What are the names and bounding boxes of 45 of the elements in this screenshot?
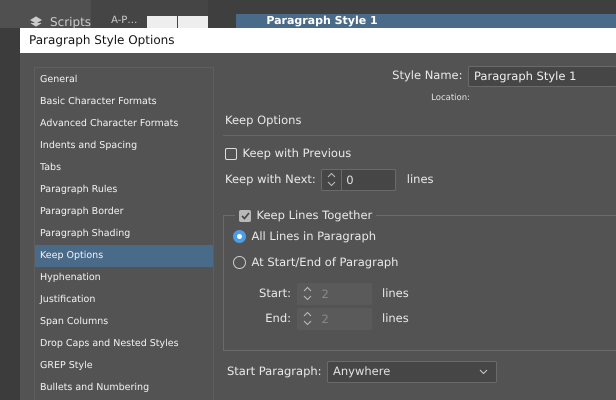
style-name-field[interactable]: Paragraph Style 1 bbox=[468, 66, 616, 86]
style-list-item[interactable]: Paragraph Style 1 bbox=[236, 14, 616, 28]
keep-with-next-label: Keep with Next: bbox=[225, 170, 316, 188]
keep-with-previous-label: Keep with Previous bbox=[242, 145, 352, 162]
category-item[interactable]: Tabs bbox=[35, 157, 213, 179]
category-item[interactable]: Paragraph Border bbox=[35, 201, 213, 223]
category-item[interactable]: General bbox=[35, 69, 213, 91]
keep-lines-together-label: Keep Lines Together bbox=[256, 206, 372, 224]
category-item[interactable]: Bullets and Numbering bbox=[35, 377, 213, 399]
end-lines-label: End: bbox=[264, 310, 291, 327]
style-name-label: Style Name: bbox=[392, 67, 462, 84]
color-swatches[interactable] bbox=[147, 16, 208, 28]
location-label: Location: bbox=[431, 92, 470, 104]
start-lines-unit: lines bbox=[382, 284, 409, 302]
dialog-title: Paragraph Style Options bbox=[20, 28, 616, 53]
chevron-down-icon bbox=[479, 368, 488, 374]
keep-with-next-value: 0 bbox=[345, 172, 354, 188]
radio-button[interactable] bbox=[233, 230, 246, 243]
category-item[interactable]: Drop Caps and Nested Styles bbox=[35, 333, 213, 355]
checkbox[interactable] bbox=[225, 148, 237, 160]
category-item[interactable]: GREP Style bbox=[35, 355, 213, 377]
start-paragraph-label: Start Paragraph: bbox=[227, 362, 322, 380]
checkbox[interactable] bbox=[239, 210, 251, 222]
scripts-icon bbox=[30, 16, 42, 28]
category-item[interactable]: Paragraph Rules bbox=[35, 179, 213, 201]
stepper-icon[interactable] bbox=[327, 172, 336, 187]
radio-button[interactable] bbox=[233, 256, 246, 269]
swatch-label: A-P… bbox=[111, 14, 138, 28]
section-title: Keep Options bbox=[223, 108, 616, 136]
keep-with-next-spinner[interactable]: 0 bbox=[321, 168, 396, 190]
radio-option-label: All Lines in Paragraph bbox=[252, 228, 376, 245]
category-item[interactable]: Span Columns bbox=[35, 311, 213, 333]
end-lines-unit: lines bbox=[382, 310, 409, 327]
category-item[interactable]: Justification bbox=[35, 289, 213, 311]
radio-option-label: At Start/End of Paragraph bbox=[252, 254, 398, 271]
keep-with-next-unit: lines bbox=[406, 170, 434, 188]
category-item[interactable]: Basic Character Formats bbox=[35, 91, 213, 113]
start-paragraph-dropdown[interactable]: Anywhere bbox=[327, 360, 498, 382]
start-lines-label: Start: bbox=[258, 284, 291, 302]
category-item[interactable]: Hyphenation bbox=[35, 267, 213, 289]
category-item[interactable]: Paragraph Shading bbox=[35, 223, 213, 245]
panel-item-label[interactable]: Scripts bbox=[50, 16, 92, 28]
category-item[interactable]: Keep Options bbox=[35, 245, 213, 267]
category-item[interactable]: Advanced Character Formats bbox=[35, 113, 213, 135]
category-item[interactable]: Indents and Spacing bbox=[35, 135, 213, 157]
